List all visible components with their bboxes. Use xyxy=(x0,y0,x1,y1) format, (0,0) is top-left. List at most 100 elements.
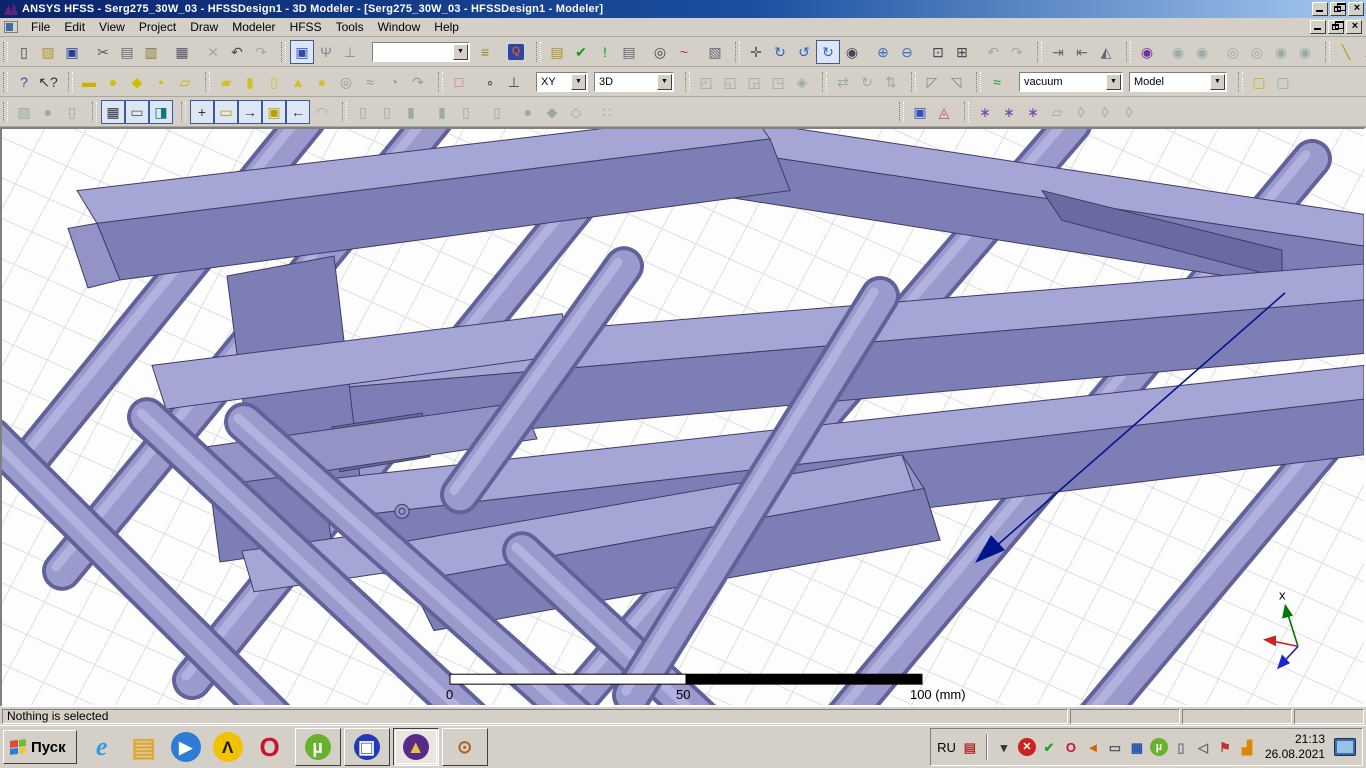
hide-selection-active-button[interactable]: ◉ xyxy=(1166,40,1190,64)
usb-tray-icon[interactable]: ✔ xyxy=(1040,738,1058,756)
opera-tray-icon[interactable]: O xyxy=(1062,738,1080,756)
minimize-button[interactable] xyxy=(1312,2,1328,16)
mirror-button[interactable]: ⇅ xyxy=(879,70,903,94)
hide-selection-all-button[interactable]: ◎ xyxy=(1221,40,1245,64)
sphere-tool-button[interactable]: ● xyxy=(36,100,60,124)
radiation-boundary-button[interactable]: ◬ xyxy=(932,100,956,124)
solve-setup-button[interactable]: ≡ xyxy=(473,40,497,64)
desktop-view-button[interactable]: ▣ xyxy=(290,40,314,64)
menu-view[interactable]: View xyxy=(92,18,132,36)
palette-task-button[interactable]: ⊙ xyxy=(442,728,488,766)
draw-plane-button[interactable]: ⊥ xyxy=(502,70,526,94)
validate-button[interactable]: ✔ xyxy=(569,40,593,64)
drawing-plane-combo-dropdown-icon[interactable]: ▼ xyxy=(571,74,586,90)
solution-profile-button[interactable]: ▤ xyxy=(617,40,641,64)
move-vertex-button[interactable]: ▯ xyxy=(351,100,375,124)
ie-quicklaunch[interactable]: e xyxy=(81,728,123,766)
language-indicator[interactable]: RU xyxy=(937,740,956,755)
draw-regular-polyhedron-button[interactable]: ▯ xyxy=(262,70,286,94)
material-combo-button[interactable]: vacuum▼ xyxy=(1019,72,1123,92)
antenna-button[interactable]: Ψ xyxy=(314,40,338,64)
child-close-button[interactable]: × xyxy=(1346,20,1362,34)
imprint-button[interactable]: ◈ xyxy=(790,70,814,94)
split-button[interactable]: ◳ xyxy=(766,70,790,94)
open-region-add-button[interactable]: ▢ xyxy=(1271,70,1295,94)
duplicate-button[interactable]: ▧ xyxy=(12,100,36,124)
flag-error-tray-icon[interactable]: ⚑ xyxy=(1216,738,1234,756)
show-selection-all-button[interactable]: ◎ xyxy=(1245,40,1269,64)
revolve-button[interactable]: ▯ xyxy=(454,100,478,124)
cs-object-button[interactable]: ∗ xyxy=(1021,100,1045,124)
zoom-fit-button[interactable]: ⊞ xyxy=(950,40,974,64)
snap-edge-button[interactable]: → xyxy=(238,100,262,124)
show-all-views-button[interactable]: ◉ xyxy=(1293,40,1317,64)
open-project-button[interactable]: ▨ xyxy=(36,40,60,64)
close-button[interactable]: × xyxy=(1348,2,1364,16)
draw-circle-button[interactable]: ● xyxy=(101,70,125,94)
volume-tray-icon[interactable]: ◄ xyxy=(1084,738,1102,756)
modeler-3d-viewport[interactable]: x 0 50 100 (mm) xyxy=(0,127,1366,707)
loft-button[interactable]: ▯ xyxy=(485,100,509,124)
rotate-screen-center-button[interactable]: ↻ xyxy=(816,40,840,64)
move-button[interactable]: ⇄ xyxy=(831,70,855,94)
show-desktop-icon[interactable] xyxy=(1334,738,1356,756)
draw-torus-button[interactable]: ◎ xyxy=(334,70,358,94)
design-notes-button[interactable]: ▤ xyxy=(545,40,569,64)
open-region-button[interactable]: ▢ xyxy=(1247,70,1271,94)
cs-relative-button[interactable]: ◊ xyxy=(1069,100,1093,124)
snap-face-button[interactable]: ← xyxy=(286,100,310,124)
analyze-all-button[interactable]: ! xyxy=(593,40,617,64)
ruler-toggle-button[interactable]: ▭ xyxy=(125,100,149,124)
facet-button[interactable]: ● xyxy=(516,100,540,124)
cylinder-tool-button[interactable]: ▯ xyxy=(60,100,84,124)
shade-mode-button[interactable]: ◨ xyxy=(149,100,173,124)
menu-modeler[interactable]: Modeler xyxy=(225,18,282,36)
selection-combo-button[interactable]: ▼ xyxy=(372,42,470,62)
rotate-button[interactable]: ↻ xyxy=(855,70,879,94)
floppy-task-button[interactable]: ▣ xyxy=(344,728,390,766)
drawing-plane-combo-button[interactable]: XY▼ xyxy=(536,72,588,92)
copy-button[interactable]: ▤ xyxy=(115,40,139,64)
cs-face-button[interactable]: ∗ xyxy=(997,100,1021,124)
draw-sphere-button[interactable]: ● xyxy=(310,70,334,94)
new-project-button[interactable]: ▯ xyxy=(12,40,36,64)
antivirus-tray-icon[interactable]: ✕ xyxy=(1018,738,1036,756)
draw-ellipse-button[interactable]: • xyxy=(149,70,173,94)
draw-polyline-button[interactable]: ∠ xyxy=(1358,40,1366,64)
menu-project[interactable]: Project xyxy=(132,18,183,36)
hide-all-views-button[interactable]: ◉ xyxy=(1269,40,1293,64)
menu-help[interactable]: Help xyxy=(427,18,466,36)
wrap-sheet-button[interactable]: ◆ xyxy=(540,100,564,124)
save-button[interactable]: ▣ xyxy=(60,40,84,64)
zoom-window-button[interactable]: ⊡ xyxy=(926,40,950,64)
fillet-button[interactable]: ◸ xyxy=(920,70,944,94)
zoom-out-button[interactable]: ⊖ xyxy=(895,40,919,64)
network-tree-button[interactable]: ⊥ xyxy=(338,40,362,64)
show-selection-active-button[interactable]: ◉ xyxy=(1190,40,1214,64)
draw-bondwire-button[interactable]: ↷ xyxy=(406,70,430,94)
extrude-button[interactable]: ▮ xyxy=(430,100,454,124)
fit-all-button[interactable]: ⇤ xyxy=(1070,40,1094,64)
delete-button[interactable]: ✕ xyxy=(201,40,225,64)
menu-file[interactable]: File xyxy=(24,18,57,36)
draw-box-button[interactable]: ▰ xyxy=(214,70,238,94)
snap-vertex-button[interactable]: ▭ xyxy=(214,100,238,124)
clipboard-tray-icon[interactable]: ▯ xyxy=(1172,738,1190,756)
opera-quicklaunch[interactable]: O xyxy=(249,728,291,766)
fit-selection-button[interactable]: ⇥ xyxy=(1046,40,1070,64)
dynamic-zoom-button[interactable]: ◉ xyxy=(840,40,864,64)
hfss-q-button[interactable]: Q xyxy=(504,40,528,64)
draw-helix-button[interactable]: ≈ xyxy=(358,70,382,94)
model-combo-dropdown-icon[interactable]: ▼ xyxy=(1210,74,1225,90)
visibility-button[interactable]: ◉ xyxy=(1135,40,1159,64)
start-button[interactable]: Пуск xyxy=(3,730,77,764)
menu-edit[interactable]: Edit xyxy=(57,18,92,36)
detach-button[interactable]: ◇ xyxy=(564,100,588,124)
utorrent-task-button[interactable]: µ xyxy=(295,728,341,766)
unite-button[interactable]: ◰ xyxy=(694,70,718,94)
selection-combo-dropdown-icon[interactable]: ▼ xyxy=(453,44,468,60)
view-redo-button[interactable]: ↷ xyxy=(1005,40,1029,64)
snap-arc-button[interactable]: ◠ xyxy=(310,100,334,124)
subtract-button[interactable]: ◱ xyxy=(718,70,742,94)
copy-image-button[interactable]: ▧ xyxy=(703,40,727,64)
